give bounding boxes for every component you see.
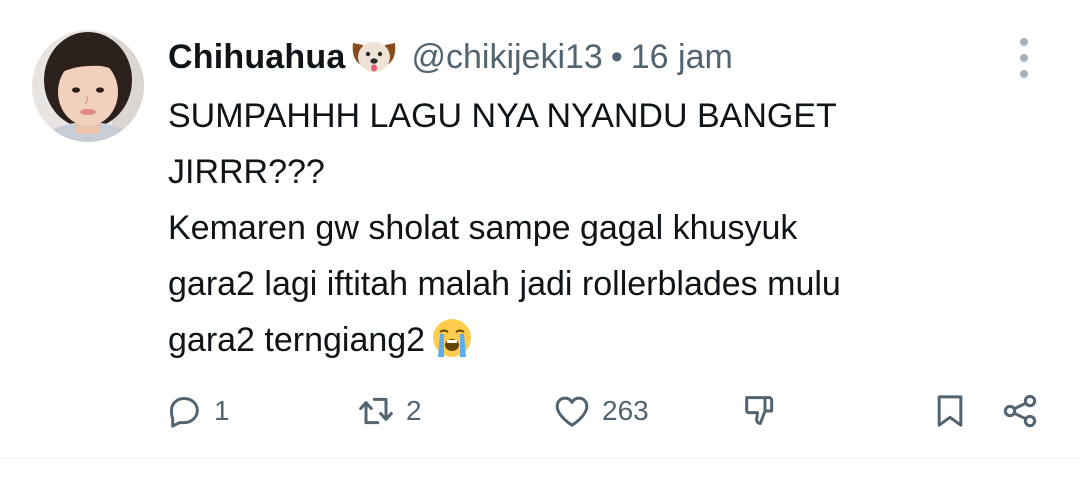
- thumbs-down-icon: [745, 396, 774, 425]
- separator-dot: •: [610, 37, 623, 76]
- bookmark-button[interactable]: [930, 388, 970, 434]
- like-count: 263: [602, 395, 649, 426]
- retweet-button[interactable]: 2: [356, 388, 422, 434]
- display-name[interactable]: Chihuahua: [168, 38, 345, 77]
- tweet-text-line: JIRRR???: [168, 153, 325, 191]
- reply-count: 1: [214, 395, 230, 426]
- avatar[interactable]: [32, 30, 144, 142]
- heart-icon: [555, 396, 589, 427]
- reply-icon: [170, 397, 199, 428]
- share-button[interactable]: [1000, 388, 1040, 434]
- retweet-icon: [359, 397, 393, 425]
- loudly-crying-face-emoji: [431, 317, 473, 359]
- tweet-text: SUMPAHHH LAGU NYA NYANDU BANGET JIRRR???…: [168, 88, 1058, 368]
- more-vertical-icon[interactable]: [1010, 38, 1038, 78]
- action-bar: 1 2 263: [0, 388, 1080, 434]
- tweet[interactable]: Chihuahua @chikijeki13 • 16 jam SUMPAHHH…: [0, 0, 1080, 459]
- tweet-text-line: gara2 lagi iftitah malah jadi rollerblad…: [168, 265, 841, 303]
- tweet-text-line-last: gara2 terngiang2: [168, 312, 1058, 368]
- like-button[interactable]: 263: [552, 388, 649, 434]
- timestamp[interactable]: 16 jam: [631, 38, 733, 77]
- avatar-image: [32, 30, 144, 142]
- user-handle[interactable]: @chikijeki13: [411, 38, 602, 77]
- tweet-header: Chihuahua @chikijeki13 • 16 jam: [168, 36, 733, 78]
- bookmark-icon: [937, 395, 963, 427]
- retweet-count: 2: [406, 395, 422, 426]
- downvote-button[interactable]: [740, 388, 780, 434]
- tweet-text-line: SUMPAHHH LAGU NYA NYANDU BANGET: [168, 97, 837, 135]
- tweet-text-line: Kemaren gw sholat sampe gagal khusyuk: [168, 209, 798, 247]
- tweet-text-line: gara2 terngiang2: [168, 321, 426, 359]
- dog-face-emoji: [349, 37, 399, 77]
- reply-button[interactable]: 1: [164, 388, 230, 434]
- share-icon: [1003, 394, 1037, 428]
